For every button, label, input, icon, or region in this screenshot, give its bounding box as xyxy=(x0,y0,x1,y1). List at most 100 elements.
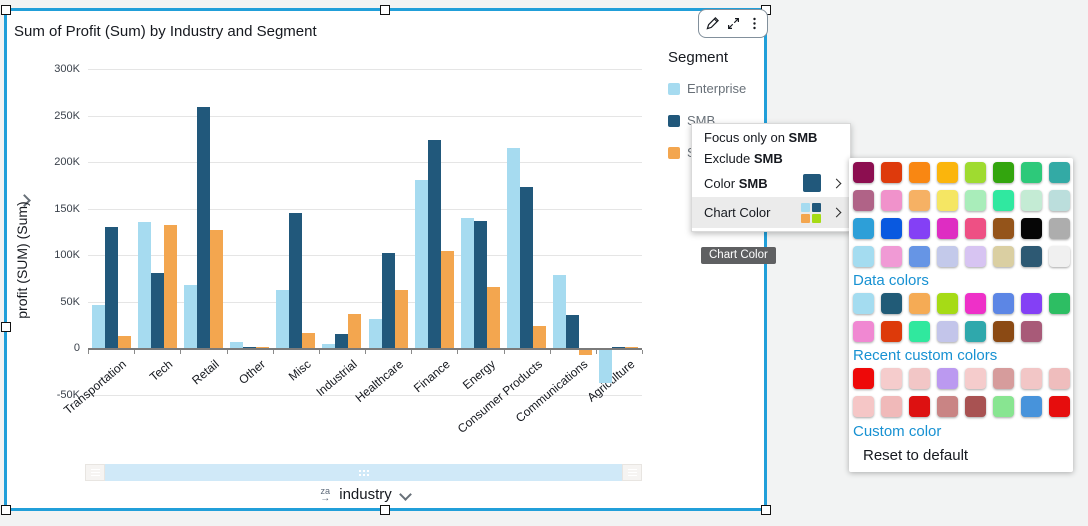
bar-enterprise[interactable] xyxy=(184,285,197,348)
color-swatch[interactable] xyxy=(965,321,986,342)
color-swatch[interactable] xyxy=(1021,162,1042,183)
reset-to-default-button[interactable]: Reset to default xyxy=(863,447,1070,464)
bar-enterprise[interactable] xyxy=(415,180,428,348)
color-swatch[interactable] xyxy=(853,246,874,267)
color-swatch[interactable] xyxy=(937,190,958,211)
sort-icon[interactable]: za→ xyxy=(320,487,330,502)
color-swatch[interactable] xyxy=(1021,218,1042,239)
resize-handle[interactable] xyxy=(380,5,390,15)
color-swatch[interactable] xyxy=(853,162,874,183)
color-swatch[interactable] xyxy=(853,368,874,389)
color-swatch[interactable] xyxy=(881,321,902,342)
context-menu-item[interactable]: Chart Color xyxy=(692,197,850,228)
bar-enterprise[interactable] xyxy=(369,319,382,348)
bar-enterprise[interactable] xyxy=(92,305,105,348)
color-swatch[interactable] xyxy=(853,396,874,417)
color-swatch[interactable] xyxy=(909,293,930,314)
color-swatch[interactable] xyxy=(881,396,902,417)
color-swatch[interactable] xyxy=(965,162,986,183)
resize-handle[interactable] xyxy=(1,505,11,515)
bar-enterprise[interactable] xyxy=(138,222,151,348)
color-swatch[interactable] xyxy=(909,246,930,267)
scrollbar-left-handle[interactable] xyxy=(85,464,105,481)
color-swatch[interactable] xyxy=(993,190,1014,211)
bar-startup[interactable] xyxy=(533,326,546,348)
color-swatch[interactable] xyxy=(937,321,958,342)
bar-startup[interactable] xyxy=(302,333,315,348)
context-menu-item[interactable]: Color SMB xyxy=(692,169,850,197)
color-swatch[interactable] xyxy=(909,162,930,183)
color-swatch[interactable] xyxy=(909,190,930,211)
scrollbar-right-handle[interactable] xyxy=(622,464,642,481)
color-swatch[interactable] xyxy=(937,293,958,314)
color-swatch[interactable] xyxy=(881,246,902,267)
color-swatch[interactable] xyxy=(881,162,902,183)
chevron-down-icon[interactable] xyxy=(399,488,412,501)
bar-startup[interactable] xyxy=(118,336,131,348)
edit-icon[interactable] xyxy=(704,16,720,32)
color-swatch[interactable] xyxy=(993,162,1014,183)
color-swatch[interactable] xyxy=(1021,368,1042,389)
color-swatch[interactable] xyxy=(1021,246,1042,267)
bar-startup[interactable] xyxy=(164,225,177,348)
bar-smb[interactable] xyxy=(566,315,579,349)
color-swatch[interactable] xyxy=(909,396,930,417)
bar-smb[interactable] xyxy=(289,213,302,348)
bar-startup[interactable] xyxy=(210,230,223,348)
color-swatch[interactable] xyxy=(909,368,930,389)
color-swatch[interactable] xyxy=(937,396,958,417)
color-swatch[interactable] xyxy=(965,218,986,239)
color-swatch[interactable] xyxy=(853,321,874,342)
color-swatch[interactable] xyxy=(853,190,874,211)
color-swatch[interactable] xyxy=(937,368,958,389)
resize-handle[interactable] xyxy=(1,322,11,332)
color-swatch[interactable] xyxy=(965,396,986,417)
color-swatch[interactable] xyxy=(881,293,902,314)
color-swatch[interactable] xyxy=(1049,218,1070,239)
color-swatch[interactable] xyxy=(881,218,902,239)
color-swatch[interactable] xyxy=(965,190,986,211)
color-swatch[interactable] xyxy=(965,246,986,267)
resize-handle[interactable] xyxy=(1,5,11,15)
color-swatch[interactable] xyxy=(881,190,902,211)
x-axis-label[interactable]: industry xyxy=(339,486,392,503)
color-swatch[interactable] xyxy=(1049,246,1070,267)
bar-enterprise[interactable] xyxy=(461,218,474,348)
bar-startup[interactable] xyxy=(579,350,592,355)
color-swatch[interactable] xyxy=(937,246,958,267)
color-swatch[interactable] xyxy=(993,396,1014,417)
bar-enterprise[interactable] xyxy=(553,275,566,349)
legend-item-enterprise[interactable]: Enterprise xyxy=(668,81,746,96)
bar-startup[interactable] xyxy=(441,251,454,348)
color-swatch[interactable] xyxy=(993,218,1014,239)
color-swatch[interactable] xyxy=(993,246,1014,267)
bar-startup[interactable] xyxy=(487,287,500,348)
bar-smb[interactable] xyxy=(474,221,487,348)
color-swatch[interactable] xyxy=(937,218,958,239)
color-swatch[interactable] xyxy=(1049,396,1070,417)
color-swatch[interactable] xyxy=(937,162,958,183)
color-swatch[interactable] xyxy=(853,218,874,239)
color-swatch[interactable] xyxy=(1049,293,1070,314)
kebab-menu-icon[interactable] xyxy=(746,16,762,32)
color-swatch[interactable] xyxy=(1021,293,1042,314)
custom-color-link[interactable]: Custom color xyxy=(853,423,1070,440)
color-swatch[interactable] xyxy=(993,368,1014,389)
color-swatch[interactable] xyxy=(1021,190,1042,211)
resize-handle[interactable] xyxy=(380,505,390,515)
bar-enterprise[interactable] xyxy=(276,290,289,348)
bar-startup[interactable] xyxy=(348,314,361,348)
bar-startup[interactable] xyxy=(395,290,408,348)
color-swatch[interactable] xyxy=(1049,162,1070,183)
context-menu-item[interactable]: Focus only on SMB xyxy=(692,127,850,148)
color-swatch[interactable] xyxy=(909,218,930,239)
color-swatch[interactable] xyxy=(1049,190,1070,211)
bar-enterprise[interactable] xyxy=(599,350,612,383)
bar-smb[interactable] xyxy=(197,107,210,348)
resize-handle[interactable] xyxy=(761,505,771,515)
bar-enterprise[interactable] xyxy=(507,148,520,348)
color-swatch[interactable] xyxy=(1049,368,1070,389)
color-swatch[interactable] xyxy=(1021,321,1042,342)
bar-smb[interactable] xyxy=(105,227,118,348)
color-swatch[interactable] xyxy=(1021,396,1042,417)
